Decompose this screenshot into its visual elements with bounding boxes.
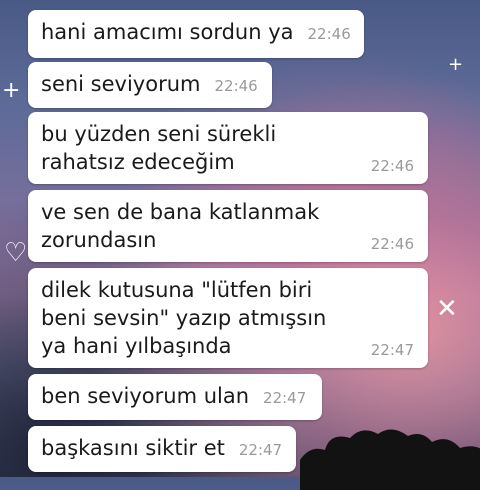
chat-bubble[interactable]: başkasını siktir et 22:47 bbox=[28, 426, 296, 472]
message-text: dilek kutusuna "lütfen biri beni sevsin"… bbox=[41, 278, 327, 358]
sparkle-icon: + bbox=[448, 54, 464, 75]
sparkle-x-icon: ✕ bbox=[436, 294, 458, 324]
message-text: seni seviyorum bbox=[41, 72, 201, 96]
chat-bubble[interactable]: bu yüzden seni sürekli rahatsız edeceğim… bbox=[28, 112, 428, 184]
message-time: 22:47 bbox=[263, 389, 307, 407]
sparkle-icon: + bbox=[2, 78, 21, 103]
heart-doodle-icon: ♡ bbox=[4, 238, 28, 268]
message-time: 22:47 bbox=[370, 341, 414, 359]
message-time: 22:47 bbox=[238, 441, 283, 459]
chat-bubble[interactable]: seni seviyorum 22:46 bbox=[28, 62, 272, 108]
message-text: bu yüzden seni sürekli rahatsız edeceğim bbox=[41, 122, 277, 174]
chat-bubble[interactable]: dilek kutusuna "lütfen biri beni sevsin"… bbox=[28, 268, 428, 368]
message-text: ben seviyorum ulan bbox=[41, 384, 250, 408]
message-time: 22:46 bbox=[370, 235, 414, 253]
message-text: başkasını siktir et bbox=[41, 436, 225, 460]
message-text: hani amacımı sordun ya bbox=[41, 20, 294, 44]
chat-bubble[interactable]: ben seviyorum ulan 22:47 bbox=[28, 374, 322, 420]
chat-bubble[interactable]: ve sen de bana katlanmak zorundasın 22:4… bbox=[28, 190, 428, 262]
tree-silhouette bbox=[300, 429, 480, 490]
message-time: 22:46 bbox=[307, 25, 351, 43]
message-time: 22:46 bbox=[214, 77, 258, 95]
message-time: 22:46 bbox=[370, 157, 414, 175]
message-text: ve sen de bana katlanmak zorundasın bbox=[41, 200, 320, 252]
chat-bubble[interactable]: hani amacımı sordun ya 22:46 bbox=[28, 10, 364, 58]
